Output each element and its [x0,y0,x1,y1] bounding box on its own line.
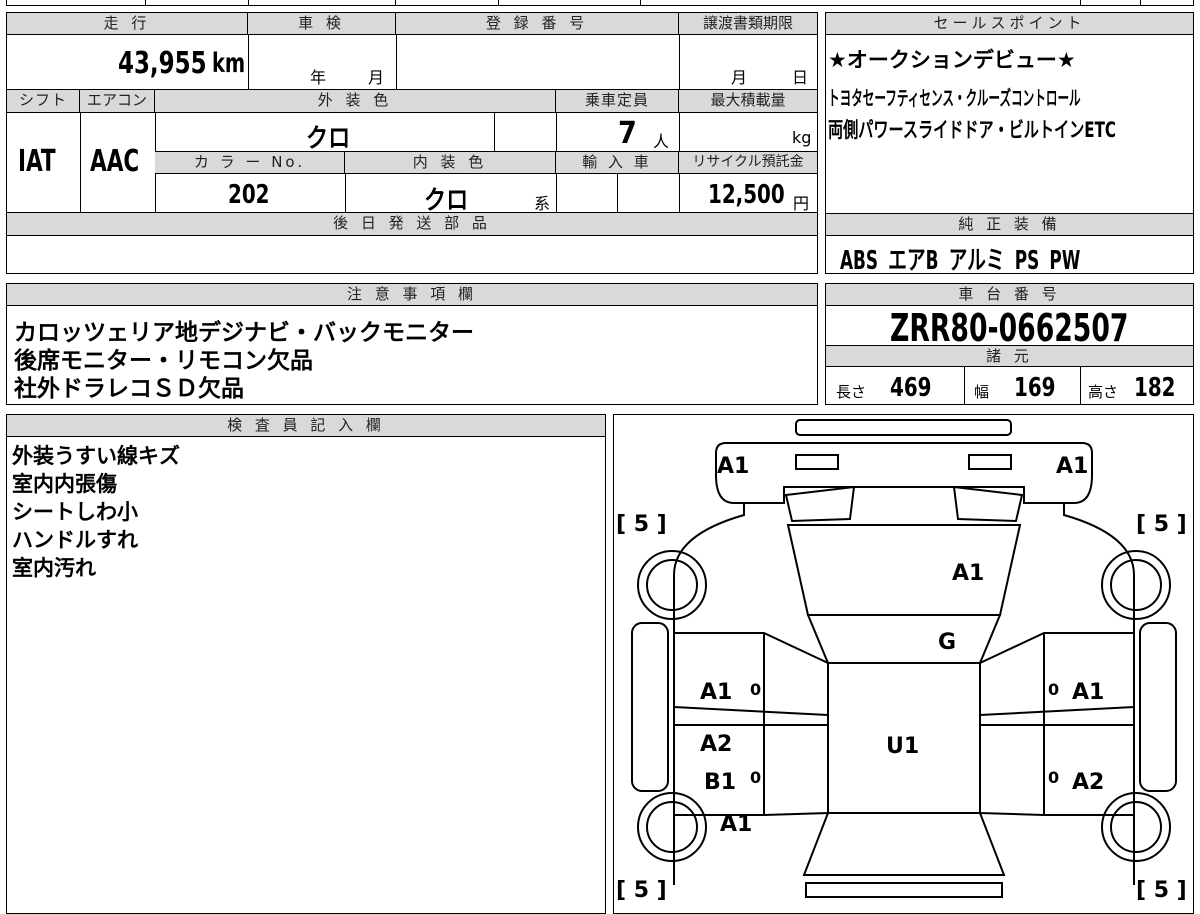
mark-rear-door-left-1: A2 [700,732,732,757]
exterior-color-value: クロ [306,124,351,154]
color-no-header: カ ラ ー No. [155,151,345,174]
length-label: 長さ [836,383,867,401]
inspector-line: 外装うすい線キズ [12,444,180,468]
aircon-header: エアコン [80,90,155,113]
height-label: 高さ [1088,383,1119,401]
length-value: 469 [890,373,932,403]
mark-front-right: A1 [1056,454,1088,479]
zero-mark: 0 [1048,768,1059,787]
mark-rear-door-left-2: B1 [704,770,736,795]
mark-tire-rl: [ 5 ] [616,878,667,900]
note-line: 社外ドラレコＳＤ欠品 [14,376,244,402]
mark-front-door-right: A1 [1072,680,1104,705]
mark-roof: U1 [886,734,919,759]
mark-rear-fender-left: A1 [720,812,752,837]
specs-header: 諸 元 [826,345,1193,367]
max-load-unit: kg [792,128,812,147]
mileage-header: 走 行 [7,13,248,35]
chassis-header: 車 台 番 号 [826,284,1193,306]
inspector-line: ハンドルすれ [12,528,138,552]
aircon-value: AAC [90,144,140,179]
mark-rear-door-right: A2 [1072,770,1104,795]
equipment-header: 純 正 装 備 [826,213,1193,236]
chassis-number: ZRR80-0662507 [890,306,1129,350]
transfer-month-unit: 月 [731,68,748,87]
sales-points-header: セールスポイント [826,13,1193,35]
sales-point-line: ★オークションデビュー★ [828,48,1076,72]
exterior-color-header: 外 装 色 [155,90,556,113]
sales-point-line: トヨタセーフティセンス・クルーズコントロール [828,86,1081,110]
transfer-day-unit: 日 [792,68,809,87]
zero-mark: 0 [750,768,761,787]
mark-tire-fl: [ 5 ] [616,512,667,537]
zero-mark: 0 [750,680,761,699]
recycle-header: リサイクル預託金 [679,151,817,174]
transfer-deadline-header: 譲渡書類期限 [679,13,817,35]
interior-suffix: 系 [534,194,551,213]
car-diagram: A1 A1 A1 G A1 A1 A2 B1 A2 U1 A1 [ 5 ] [ … [616,419,1187,900]
interior-color-header: 内 装 色 [345,151,556,174]
shift-value: IAT [18,144,56,179]
capacity-header: 乗車定員 [556,90,679,113]
inspection-month-unit: 月 [368,68,385,87]
top-stub-row [6,0,1194,6]
mark-tire-fr: [ 5 ] [1136,512,1187,537]
inspector-header: 検 査 員 記 入 欄 [7,415,605,437]
inspection-year-unit: 年 [310,68,327,87]
notes-header: 注 意 事 項 欄 [7,284,817,306]
import-header: 輸 入 車 [556,151,679,174]
width-value: 169 [1014,373,1056,403]
color-no-value: 202 [228,180,270,210]
capacity-unit: 人 [653,132,670,151]
mark-tire-rr: [ 5 ] [1136,878,1187,900]
registration-header: 登 録 番 号 [396,13,679,35]
recycle-value: 12,500 [708,180,785,210]
inspector-line: シートしわ小 [12,500,138,524]
inspector-line: 室内汚れ [12,556,96,580]
mileage-unit: km [212,48,246,79]
mark-front-left: A1 [717,454,749,479]
recycle-unit: 円 [793,194,810,213]
height-value: 182 [1134,373,1176,403]
shift-header: シフト [7,90,80,113]
sales-point-line: 両側パワースライドドア・ビルトインETC [828,118,1117,142]
inspector-line: 室内内張傷 [12,472,117,496]
mark-front-door-left: A1 [700,680,732,705]
max-load-header: 最大積載量 [679,90,817,113]
width-label: 幅 [974,383,990,401]
inspection-header: 車 検 [248,13,396,35]
equipment-items: ABS エアB アルミ PS PW [840,246,1081,276]
mark-windshield: G [938,630,956,655]
zero-mark: 0 [1048,680,1059,699]
mileage-value: 43,955 [118,46,207,81]
mark-hood: A1 [952,561,984,586]
later-parts-header: 後 日 発 送 部 品 [7,212,817,236]
capacity-value: 7 [618,116,637,151]
